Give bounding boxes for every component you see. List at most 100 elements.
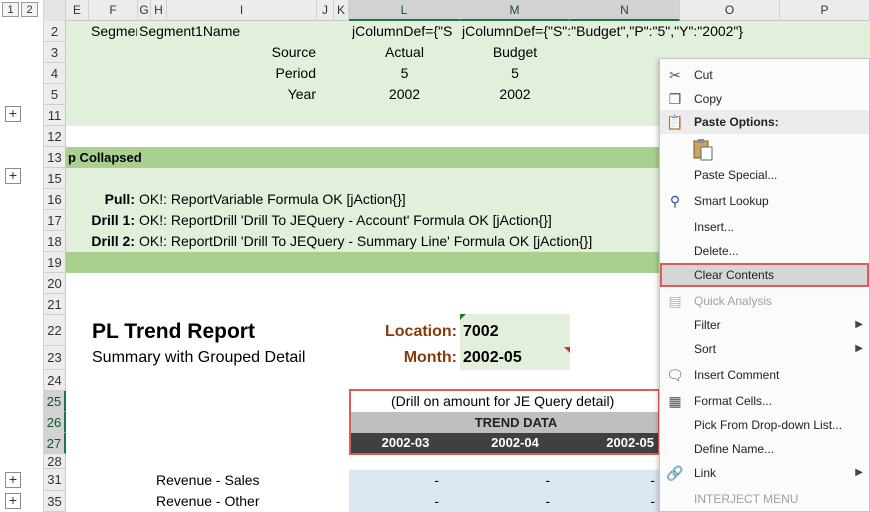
period-header-3[interactable]: 2002-05 — [570, 433, 658, 453]
cell-m5-budget-year[interactable]: 2002 — [460, 84, 570, 105]
report-subtitle[interactable]: Summary with Grouped Detail — [92, 347, 305, 369]
cell-l4-actual-period[interactable]: 5 — [349, 63, 460, 84]
menu-item-pick-from-list[interactable]: Pick From Drop-down List... — [660, 413, 869, 437]
column-header-e[interactable]: E — [66, 0, 89, 21]
cell-e13-group-collapsed[interactable]: p Collapsed — [68, 147, 142, 168]
cell-l3-actual[interactable]: Actual — [349, 42, 460, 63]
menu-item-define-name[interactable]: Define Name... — [660, 437, 869, 461]
cell-f18-drill2-label[interactable]: Drill 2: — [80, 231, 135, 252]
cell-h2[interactable]: Segment1Name — [139, 21, 240, 42]
column-header-h[interactable]: H — [151, 0, 167, 21]
expand-group-15-button[interactable]: + — [5, 168, 21, 184]
cell-l5-actual-year[interactable]: 2002 — [349, 84, 460, 105]
row-header-11[interactable]: 11 — [44, 105, 66, 126]
period-header-2[interactable]: 2002-04 — [460, 433, 570, 453]
clipboard-icon — [693, 139, 713, 161]
column-header-o[interactable]: O — [680, 0, 780, 21]
cell-f2[interactable]: Segmen — [91, 21, 137, 42]
period-header-1[interactable]: 2002-03 — [351, 433, 460, 453]
revenue-other-value-1[interactable]: - — [349, 491, 439, 512]
row-header-26[interactable]: 26 — [44, 412, 66, 433]
cell-h18-drill2-status[interactable]: OK!: ReportDrill 'Drill To JEQuery - Sum… — [139, 231, 592, 252]
revenue-other-value-3[interactable]: - — [570, 491, 655, 512]
menu-item-insert[interactable]: Insert... — [660, 215, 869, 239]
row-header-20[interactable]: 20 — [44, 273, 66, 294]
location-value[interactable]: 7002 — [463, 320, 499, 344]
column-header-k[interactable]: K — [334, 0, 349, 21]
menu-item-interject-menu[interactable]: INTERJECT MENU — [660, 487, 869, 511]
row-header-25[interactable]: 25 — [44, 391, 66, 412]
revenue-sales-value-3[interactable]: - — [570, 470, 655, 491]
cell-f16-pull-label[interactable]: Pull: — [90, 189, 135, 210]
cell-m2[interactable]: jColumnDef={"S":"Budget","P":"5","Y":"20… — [462, 21, 743, 42]
column-header-j[interactable]: J — [317, 0, 334, 21]
revenue-sales-value-1[interactable]: - — [349, 470, 439, 491]
row-header-19[interactable]: 19 — [44, 252, 66, 273]
trend-data-header[interactable]: TREND DATA — [461, 412, 571, 433]
cell-i5-year-label[interactable]: Year — [270, 84, 316, 105]
column-header-g[interactable]: G — [138, 0, 151, 21]
drill-note[interactable]: (Drill on amount for JE Query detail) — [391, 391, 614, 412]
report-title[interactable]: PL Trend Report — [92, 318, 255, 346]
row-header-31[interactable]: 31 — [44, 469, 66, 491]
row-header-13[interactable]: 13 — [44, 147, 66, 168]
select-all-corner[interactable] — [44, 0, 66, 21]
row-header-27[interactable]: 27 — [44, 433, 66, 454]
menu-item-sort[interactable]: Sort ▶ — [660, 337, 869, 361]
row-header-17[interactable]: 17 — [44, 210, 66, 231]
expand-group-31-button[interactable]: + — [5, 472, 21, 488]
menu-item-filter[interactable]: Filter ▶ — [660, 313, 869, 337]
row-header-15[interactable]: 15 — [44, 168, 66, 189]
column-header-i[interactable]: I — [167, 0, 317, 21]
revenue-other-value-2[interactable]: - — [460, 491, 550, 512]
outline-level-2-button[interactable]: 2 — [21, 2, 38, 17]
menu-item-insert-comment[interactable]: 🗨 Insert Comment — [660, 363, 869, 387]
row-header-18[interactable]: 18 — [44, 231, 66, 252]
row-header-22[interactable]: 22 — [44, 315, 66, 346]
line-item-revenue-other[interactable]: Revenue - Other — [156, 491, 260, 512]
cell-f17-drill1-label[interactable]: Drill 1: — [80, 210, 135, 231]
row-header-28[interactable]: 28 — [44, 454, 66, 469]
cell-m4-budget-period[interactable]: 5 — [460, 63, 570, 84]
row-header-5[interactable]: 5 — [44, 84, 66, 105]
menu-item-copy[interactable]: ❐ Copy — [660, 87, 869, 111]
paste-button[interactable] — [692, 137, 714, 161]
expand-group-11-button[interactable]: + — [5, 106, 21, 122]
menu-item-delete[interactable]: Delete... — [660, 239, 869, 263]
column-header-n[interactable]: N — [570, 0, 680, 21]
row-header-3[interactable]: 3 — [44, 42, 66, 63]
menu-item-paste-special[interactable]: Paste Special... — [660, 163, 869, 187]
row-header-35[interactable]: 35 — [44, 491, 66, 512]
smart-lookup-icon: ⚲ — [669, 193, 681, 209]
cell-i3-source-label[interactable]: Source — [270, 42, 316, 63]
cell-m3-budget[interactable]: Budget — [460, 42, 570, 63]
trend-header-selection[interactable]: (Drill on amount for JE Query detail) TR… — [349, 389, 660, 455]
row-header-2[interactable]: 2 — [44, 21, 66, 42]
row-header-16[interactable]: 16 — [44, 189, 66, 210]
outline-level-1-button[interactable]: 1 — [2, 2, 19, 17]
revenue-sales-value-2[interactable]: - — [460, 470, 550, 491]
column-header-p[interactable]: P — [780, 0, 870, 21]
menu-item-link[interactable]: 🔗 Link ▶ — [660, 461, 869, 485]
row-header-24[interactable]: 24 — [44, 370, 66, 391]
menu-item-smart-lookup[interactable]: ⚲ Smart Lookup — [660, 189, 869, 213]
row-header-21[interactable]: 21 — [44, 294, 66, 315]
menu-item-quick-analysis[interactable]: ▤ Quick Analysis — [660, 289, 869, 313]
menu-item-format-cells[interactable]: ▦ Format Cells... — [660, 389, 869, 413]
line-item-revenue-sales[interactable]: Revenue - Sales — [156, 470, 260, 491]
comment-icon: 🗨 — [666, 367, 684, 383]
row-header-4[interactable]: 4 — [44, 63, 66, 84]
cell-k2[interactable]: jColumnDef={"S — [352, 21, 462, 42]
cell-i4-period-label[interactable]: Period — [270, 63, 316, 84]
row-header-23[interactable]: 23 — [44, 346, 66, 370]
row-header-12[interactable]: 12 — [44, 126, 66, 147]
menu-item-clear-contents[interactable]: Clear Contents — [660, 263, 869, 287]
column-header-f[interactable]: F — [89, 0, 138, 21]
expand-group-35-button[interactable]: + — [5, 493, 21, 509]
column-header-l[interactable]: L — [349, 0, 460, 21]
column-header-m[interactable]: M — [460, 0, 570, 21]
month-value[interactable]: 2002-05 — [463, 346, 522, 370]
cell-h17-drill1-status[interactable]: OK!: ReportDrill 'Drill To JEQuery - Acc… — [139, 210, 552, 231]
menu-item-cut[interactable]: ✂ Cut — [660, 63, 869, 87]
cell-h16-pull-status[interactable]: OK!: ReportVariable Formula OK [jAction{… — [139, 189, 406, 210]
